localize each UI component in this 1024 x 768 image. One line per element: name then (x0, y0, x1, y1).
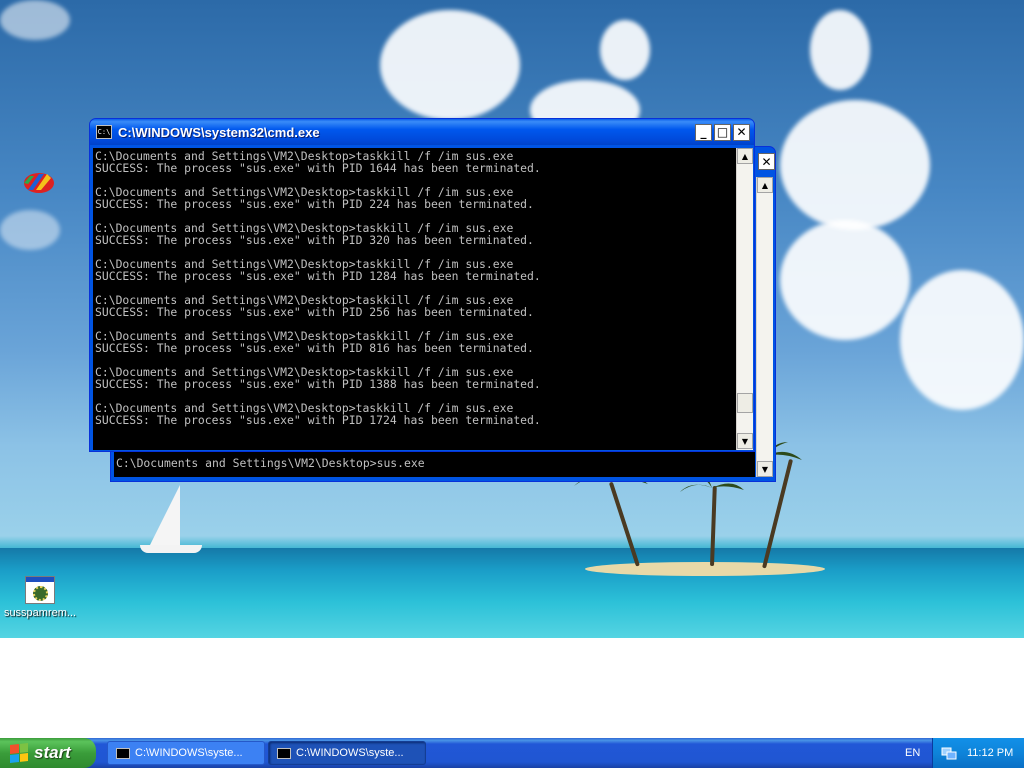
scroll-up-icon[interactable]: ▲ (757, 177, 773, 193)
console-line: SUCCESS: The process "sus.exe" with PID … (95, 161, 541, 175)
console-line: SUCCESS: The process "sus.exe" with PID … (95, 341, 534, 355)
console-line: SUCCESS: The process "sus.exe" with PID … (95, 377, 541, 391)
back-console-prompt-line: C:\Documents and Settings\VM2\Desktop>su… (116, 456, 425, 470)
scroll-down-icon[interactable]: ▼ (757, 461, 773, 477)
clock[interactable]: 11:12 PM (967, 747, 1013, 759)
program-settings-icon (25, 576, 55, 604)
console-line: SUCCESS: The process "sus.exe" with PID … (95, 197, 534, 211)
cmd-icon: C:\ (96, 125, 112, 139)
window-titlebar[interactable]: C:\ C:\WINDOWS\system32\cmd.exe _ □ ✕ (90, 119, 754, 145)
start-label: start (34, 743, 71, 762)
cmd-window[interactable]: C:\ C:\WINDOWS\system32\cmd.exe _ □ ✕ C:… (89, 118, 755, 452)
minimize-button[interactable]: _ (695, 123, 712, 141)
desktop-blank-area (0, 638, 1024, 738)
console-line: SUCCESS: The process "sus.exe" with PID … (95, 413, 541, 427)
sailboat (150, 485, 180, 545)
console-line: SUCCESS: The process "sus.exe" with PID … (95, 269, 541, 283)
taskbar-button-label: C:\WINDOWS\syste... (296, 747, 404, 759)
back-window-scrollbar[interactable]: ▲ ▼ (756, 177, 773, 477)
taskbar-button-cmd-2[interactable]: C:\WINDOWS\syste... (268, 741, 426, 765)
system-tray: 11:12 PM (932, 738, 1024, 768)
cmd-icon (116, 747, 130, 759)
maximize-button[interactable]: □ (714, 123, 731, 141)
desktop-icon-label: susspamrem... (3, 607, 77, 619)
desktop-icon-app[interactable] (22, 170, 56, 196)
network-icon[interactable] (941, 745, 957, 761)
taskbar: start C:\WINDOWS\syste... C:\WINDOWS\sys… (0, 738, 1024, 768)
console-scrollbar[interactable]: ▲ ▼ (736, 148, 753, 450)
island (585, 562, 825, 576)
taskbar-button-cmd-1[interactable]: C:\WINDOWS\syste... (107, 741, 265, 765)
scroll-up-icon[interactable]: ▲ (737, 148, 753, 164)
console-line: SUCCESS: The process "sus.exe" with PID … (95, 305, 534, 319)
console-line: SUCCESS: The process "sus.exe" with PID … (95, 233, 534, 247)
colorful-app-icon (24, 173, 54, 193)
scrollbar-thumb[interactable] (737, 393, 753, 414)
windows-flag-icon (10, 743, 28, 763)
window-title: C:\WINDOWS\system32\cmd.exe (118, 124, 320, 140)
back-window-close-button[interactable]: ✕ (758, 153, 775, 170)
taskbar-button-label: C:\WINDOWS\syste... (135, 747, 243, 759)
cmd-icon (277, 747, 291, 759)
close-button[interactable]: ✕ (733, 123, 750, 141)
scroll-down-icon[interactable]: ▼ (737, 433, 753, 449)
start-button[interactable]: start (0, 738, 96, 768)
language-indicator[interactable]: EN (905, 738, 920, 768)
desktop-icon-susspamremover[interactable]: susspamrem... (4, 576, 76, 619)
console-output[interactable]: C:\Documents and Settings\VM2\Desktop>ta… (93, 148, 736, 450)
